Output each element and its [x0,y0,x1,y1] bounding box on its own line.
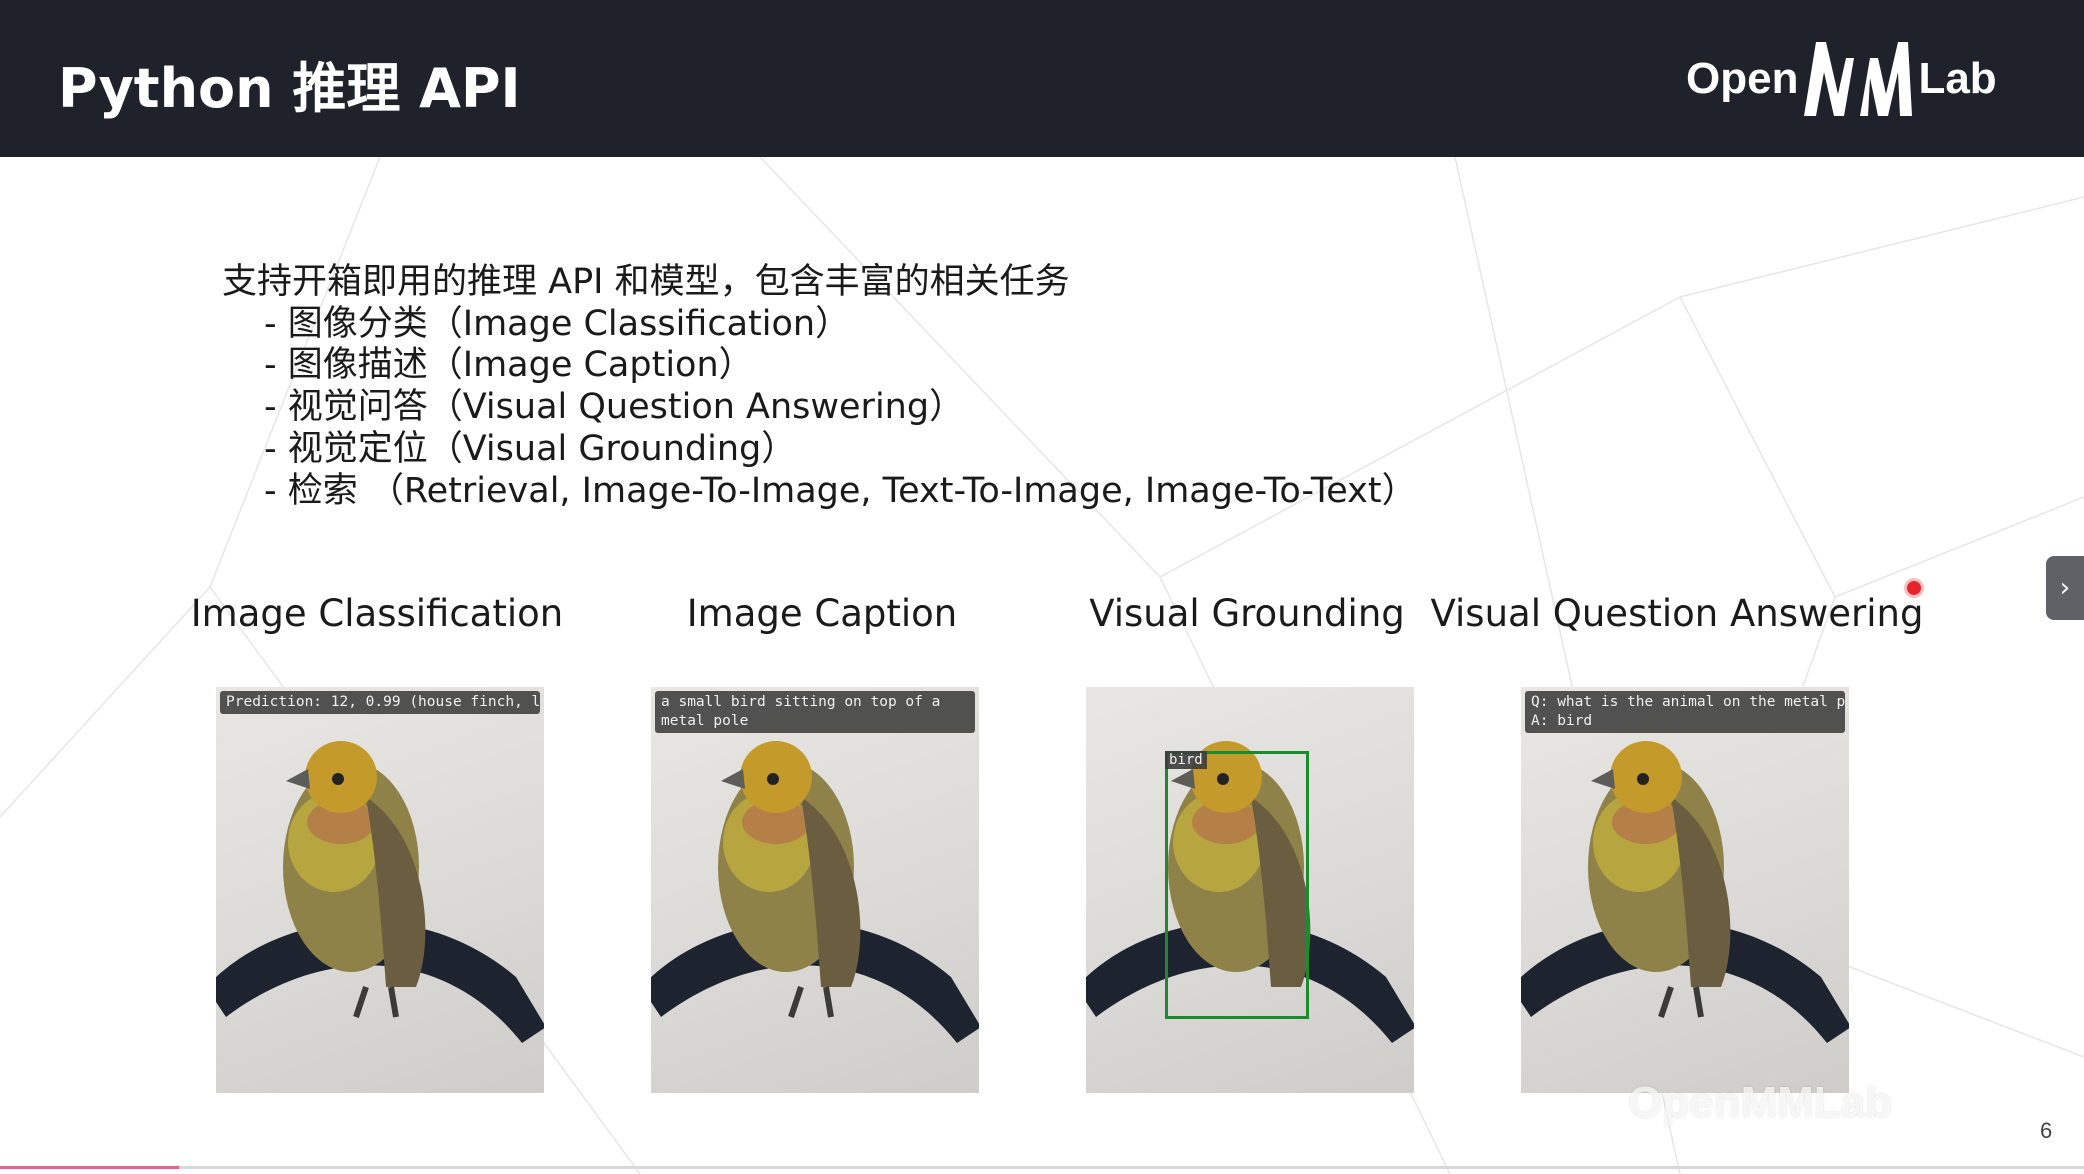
grounding-label: bird [1165,751,1207,769]
intro-text-block: 支持开箱即用的推理 API 和模型，包含丰富的相关任务 - 图像分类（Image… [222,262,1417,512]
intro-item-retrieval: - 检索 （Retrieval, Image-To-Image, Text-To… [264,470,1417,511]
column-label-vqa: Visual Question Answering [1430,592,1924,635]
recording-indicator-icon [1904,578,1924,598]
bird-image [651,741,979,1043]
page-number: 6 [2040,1118,2053,1143]
slide-header: Python 推理 API Open Lab [0,0,2084,157]
vqa-answer: A: bird [1531,713,1593,729]
intro-item-grounding: - 视觉定位（Visual Grounding） [264,428,797,469]
vqa-question: Q: what is the animal on the metal pole [1531,694,1845,710]
bird-image [216,741,544,1043]
slide-title: Python 推理 API [58,57,521,120]
bird-image [1521,741,1849,1043]
classification-overlay: Prediction: 12, 0.99 (house finch, linne… [220,691,540,714]
caption-overlay: a small bird sitting on top of a metal p… [655,691,975,733]
panel-vqa: Q: what is the animal on the metal pole … [1521,687,1849,1093]
panel-grounding: bird [1086,687,1414,1093]
intro-item-classification: - 图像分类（Image Classification） [264,303,851,344]
watermark: OpenMMLab [1628,1078,1892,1127]
chevron-right-icon: › [2059,573,2071,603]
intro-heading: 支持开箱即用的推理 API 和模型，包含丰富的相关任务 [222,262,1070,302]
openmmlab-logo: Open Lab [1686,38,1998,120]
logo-text-open: Open [1686,54,1799,103]
tv-player-icon[interactable] [1966,1052,2034,1110]
column-label-classification: Image Classification [190,592,564,635]
video-progress-fill [0,1166,180,1169]
intro-item-vqa: - 视觉问答（Visual Question Answering） [264,387,965,428]
video-progress-bar[interactable] [0,1166,2084,1169]
side-panel-toggle[interactable]: › [2046,556,2084,620]
column-label-caption: Image Caption [686,592,958,635]
panel-caption: a small bird sitting on top of a metal p… [651,687,979,1093]
grounding-bounding-box [1165,751,1309,1019]
column-label-grounding: Visual Grounding [1089,592,1405,635]
logo-mm-icon [1804,42,1913,116]
intro-item-caption: - 图像描述（Image Caption） [264,345,754,386]
panel-classification: Prediction: 12, 0.99 (house finch, linne… [216,687,544,1093]
logo-text-lab: Lab [1918,54,1997,103]
vqa-overlay: Q: what is the animal on the metal pole … [1525,691,1845,733]
